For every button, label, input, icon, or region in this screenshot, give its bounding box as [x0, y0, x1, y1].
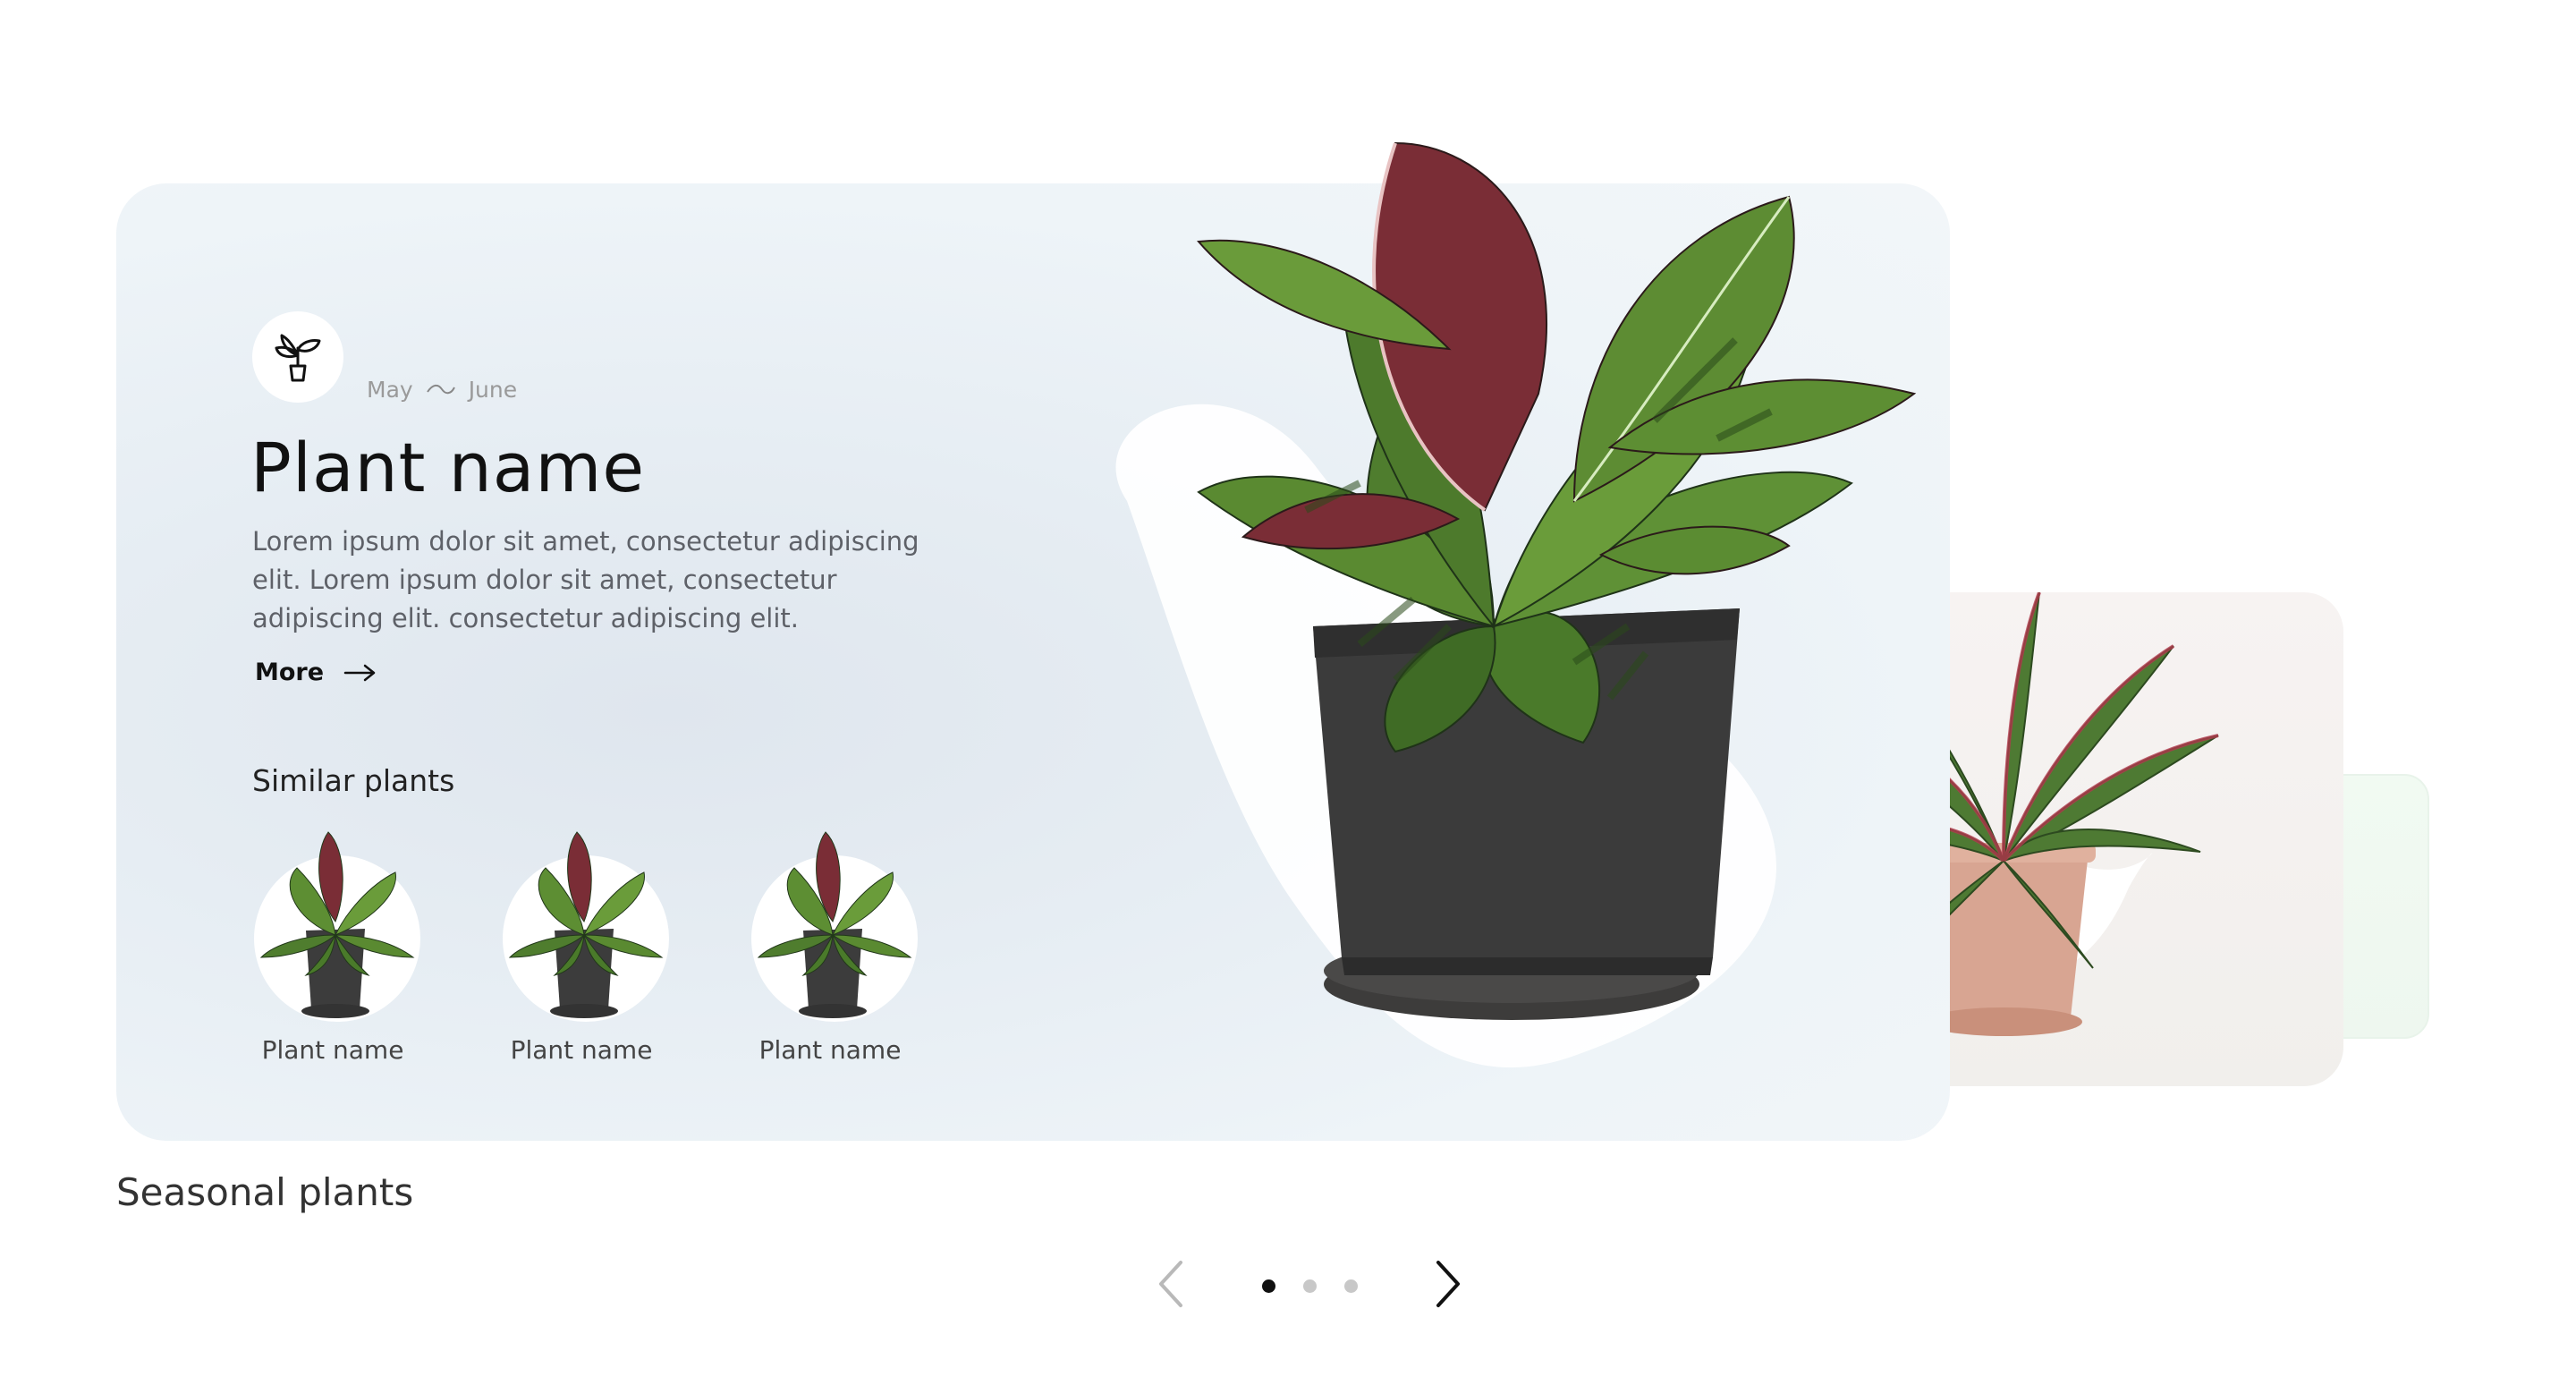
more-link[interactable]: More — [255, 659, 377, 686]
pager-dot-3[interactable] — [1344, 1279, 1358, 1293]
carousel-pager — [1145, 1248, 1476, 1320]
sprout-icon — [275, 334, 321, 382]
similar-plant-label: Plant name — [758, 1035, 902, 1065]
similar-plant-thumbnail — [492, 823, 671, 1022]
similar-plant-thumbnail — [243, 823, 422, 1022]
pager-dot-2[interactable] — [1303, 1279, 1317, 1293]
carousel-stage: May June Plant name Lorem ipsum dolor si… — [0, 0, 2576, 1394]
similar-plant-label: Plant name — [261, 1035, 404, 1065]
plant-title: Plant name — [250, 428, 646, 507]
similar-plant-item[interactable]: Plant name — [243, 823, 422, 1065]
next-button[interactable] — [1420, 1248, 1474, 1320]
arrow-right-icon — [343, 664, 376, 681]
similar-plant-thumbnail — [741, 823, 919, 1022]
season-range: May June — [367, 374, 517, 404]
more-label: More — [255, 659, 325, 686]
season-from: May — [367, 376, 413, 403]
similar-plant-label: Plant name — [510, 1035, 653, 1065]
section-title: Seasonal plants — [116, 1170, 414, 1214]
pager-dot-1[interactable] — [1262, 1279, 1275, 1293]
plant-logo-badge — [252, 311, 343, 403]
similar-plant-item[interactable]: Plant name — [741, 823, 919, 1065]
calathea-plant-image — [1115, 141, 1917, 1068]
prev-button[interactable] — [1145, 1248, 1199, 1320]
tilde-icon — [426, 384, 455, 395]
season-to: June — [468, 376, 518, 403]
plant-description: Lorem ipsum dolor sit amet, consectetur … — [252, 526, 919, 633]
chevron-left-icon — [1159, 1261, 1182, 1307]
similar-plants-title: Similar plants — [252, 763, 455, 798]
chevron-right-icon — [1436, 1261, 1460, 1307]
similar-plant-item[interactable]: Plant name — [492, 823, 671, 1065]
